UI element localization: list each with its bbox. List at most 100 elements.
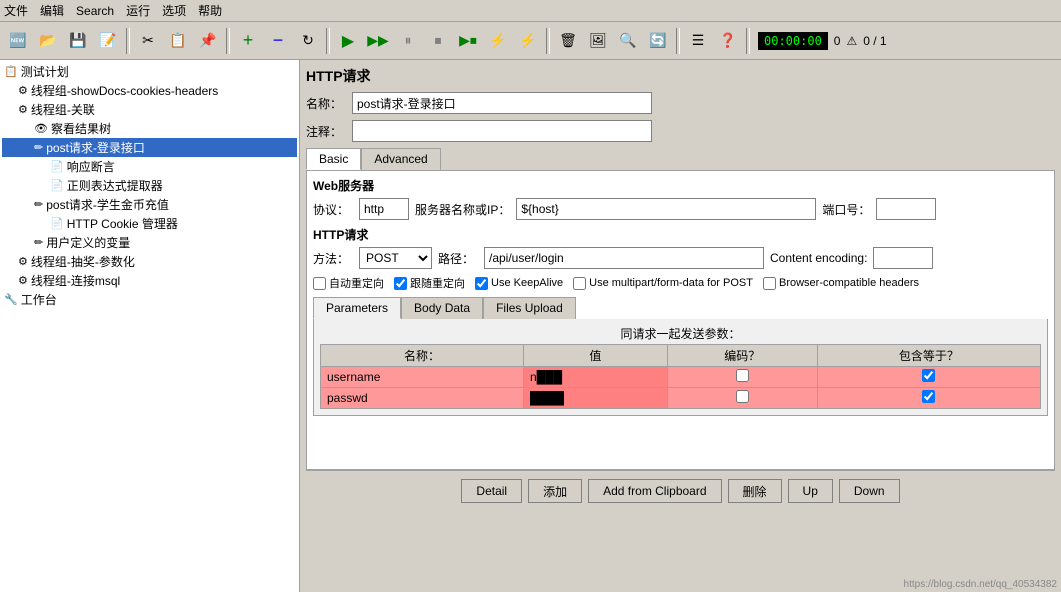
tree-item-regex[interactable]: 📄 正则表达式提取器 bbox=[2, 176, 297, 195]
tree-item-thread3[interactable]: ⚙ 线程组-抽奖-参数化 bbox=[2, 252, 297, 271]
menu-file[interactable]: 文件 bbox=[4, 2, 28, 19]
tree-item-workbench[interactable]: 🔧 工作台 bbox=[2, 290, 297, 309]
cb-multipart-input[interactable] bbox=[573, 277, 586, 290]
menu-run[interactable]: 运行 bbox=[126, 2, 150, 19]
tree-item-var[interactable]: ✏ 用户定义的变量 bbox=[2, 233, 297, 252]
tab-advanced[interactable]: Advanced bbox=[361, 148, 440, 170]
server-input[interactable] bbox=[516, 198, 816, 220]
reset-button[interactable]: 🔄 bbox=[644, 27, 672, 55]
menu-edit[interactable]: 编辑 bbox=[40, 2, 64, 19]
stop-button[interactable]: ⏹ bbox=[424, 27, 452, 55]
content-area: HTTP请求 名称： 注释： Basic Advanced Web服务器 协议：… bbox=[300, 60, 1061, 592]
list-button[interactable]: ☰ bbox=[684, 27, 712, 55]
cb-redirect-input[interactable] bbox=[313, 277, 326, 290]
up-button[interactable]: Up bbox=[788, 479, 833, 503]
tree-label-cookie: HTTP Cookie 管理器 bbox=[67, 215, 178, 232]
encode-cb-0[interactable] bbox=[736, 369, 749, 382]
tree-label-regex: 正则表达式提取器 bbox=[67, 177, 163, 194]
table-row[interactable]: username n███ bbox=[321, 367, 1041, 388]
path-input[interactable] bbox=[484, 247, 764, 269]
stop2-button[interactable]: ▶⏹ bbox=[454, 27, 482, 55]
web-server-row: 协议： 服务器名称或IP： 端口号： bbox=[313, 198, 1048, 220]
btn7[interactable]: ⚡ bbox=[514, 27, 542, 55]
menu-search[interactable]: Search bbox=[76, 4, 114, 18]
cb-keepalive-input[interactable] bbox=[475, 277, 488, 290]
paste-button[interactable]: 📌 bbox=[194, 27, 222, 55]
new-button[interactable]: 🆕 bbox=[4, 27, 32, 55]
clear-all-button[interactable]: 🖼 bbox=[584, 27, 612, 55]
pause-button[interactable]: ⏸ bbox=[394, 27, 422, 55]
cell-name-0: username bbox=[321, 367, 524, 388]
help-button[interactable]: ❓ bbox=[714, 27, 742, 55]
menu-options[interactable]: 选项 bbox=[162, 2, 186, 19]
run-all-button[interactable]: ▶▶ bbox=[364, 27, 392, 55]
encode-cb-1[interactable] bbox=[736, 390, 749, 403]
copy2-button[interactable]: ↻ bbox=[294, 27, 322, 55]
cut-button[interactable]: ✂ bbox=[134, 27, 162, 55]
tree-item-plan[interactable]: 📋 测试计划 bbox=[2, 62, 297, 81]
cb-compat-input[interactable] bbox=[763, 277, 776, 290]
inner-tab-body[interactable]: Body Data bbox=[401, 297, 483, 319]
clear-button[interactable]: 🗑 bbox=[554, 27, 582, 55]
params-header-text: 同请求一起发送参数： bbox=[620, 325, 740, 342]
tree-item-view[interactable]: 👁 察看结果树 bbox=[2, 119, 297, 138]
method-label: 方法： bbox=[313, 250, 353, 267]
add-clipboard-button[interactable]: Add from Clipboard bbox=[588, 479, 721, 503]
save-button[interactable]: 💾 bbox=[64, 27, 92, 55]
tree-item-thread2[interactable]: ⚙ 线程组-关联 bbox=[2, 100, 297, 119]
add-button[interactable]: + bbox=[234, 27, 262, 55]
menubar: 文件 编辑 Search 运行 选项 帮助 bbox=[0, 0, 1061, 22]
cb-compat[interactable]: Browser-compatible headers bbox=[763, 277, 919, 290]
saveas-button[interactable]: 📝 bbox=[94, 27, 122, 55]
add-button[interactable]: 添加 bbox=[528, 479, 582, 503]
comment-input[interactable] bbox=[352, 120, 652, 142]
equals-cb-0[interactable] bbox=[922, 369, 935, 382]
cb-follow-input[interactable] bbox=[394, 277, 407, 290]
search-button[interactable]: 🔍 bbox=[614, 27, 642, 55]
cell-value-0: n███ bbox=[523, 367, 667, 388]
menu-help[interactable]: 帮助 bbox=[198, 2, 222, 19]
cell-encode-0 bbox=[667, 367, 817, 388]
tab-basic[interactable]: Basic bbox=[306, 148, 361, 170]
table-row[interactable]: passwd ████ bbox=[321, 388, 1041, 409]
cb-keepalive[interactable]: Use KeepAlive bbox=[475, 277, 563, 290]
protocol-input[interactable] bbox=[359, 198, 409, 220]
post1-icon: ✏ bbox=[34, 141, 43, 154]
cookie-icon: 📄 bbox=[50, 217, 64, 230]
tree-label-resp: 响应断言 bbox=[67, 158, 115, 175]
port-input[interactable] bbox=[876, 198, 936, 220]
checkboxes-row: 自动重定向 跟随重定向 Use KeepAlive Use multipart/… bbox=[313, 275, 1048, 291]
sep1 bbox=[126, 28, 130, 54]
tree-item-thread1[interactable]: ⚙ 线程组-showDocs-cookies-headers bbox=[2, 81, 297, 100]
open-button[interactable]: 📂 bbox=[34, 27, 62, 55]
tree-item-resp[interactable]: 📄 响应断言 bbox=[2, 157, 297, 176]
tree-item-post2[interactable]: ✏ post请求-学生金币充值 bbox=[2, 195, 297, 214]
tree-item-thread4[interactable]: ⚙ 线程组-连接msql bbox=[2, 271, 297, 290]
method-select[interactable]: POST GET PUT DELETE bbox=[359, 247, 432, 269]
cb-follow[interactable]: 跟随重定向 bbox=[394, 275, 465, 291]
tree-label-post1: post请求-登录接口 bbox=[46, 139, 145, 156]
cb-redirect[interactable]: 自动重定向 bbox=[313, 275, 384, 291]
encoding-input[interactable] bbox=[873, 247, 933, 269]
remove-button[interactable]: − bbox=[264, 27, 292, 55]
tree-item-cookie[interactable]: 📄 HTTP Cookie 管理器 bbox=[2, 214, 297, 233]
delete-button[interactable]: 删除 bbox=[728, 479, 782, 503]
detail-button[interactable]: Detail bbox=[461, 479, 522, 503]
cb-follow-label: 跟随重定向 bbox=[410, 275, 465, 291]
run-button[interactable]: ▶ bbox=[334, 27, 362, 55]
col-value: 值 bbox=[523, 345, 667, 367]
copy-button[interactable]: 📋 bbox=[164, 27, 192, 55]
name-row: 名称： bbox=[306, 92, 1055, 114]
equals-cb-1[interactable] bbox=[922, 390, 935, 403]
btn6[interactable]: ⚡ bbox=[484, 27, 512, 55]
name-input[interactable] bbox=[352, 92, 652, 114]
protocol-label: 协议： bbox=[313, 201, 353, 218]
inner-tab-files[interactable]: Files Upload bbox=[483, 297, 576, 319]
inner-tabs-bar: Parameters Body Data Files Upload bbox=[313, 297, 1048, 319]
tree-item-post1[interactable]: ✏ post请求-登录接口 bbox=[2, 138, 297, 157]
col-equals: 包含等于？ bbox=[817, 345, 1040, 367]
inner-tab-parameters[interactable]: Parameters bbox=[313, 297, 401, 319]
cb-multipart[interactable]: Use multipart/form-data for POST bbox=[573, 277, 753, 290]
tree-label-thread1: 线程组-showDocs-cookies-headers bbox=[31, 82, 218, 99]
down-button[interactable]: Down bbox=[839, 479, 900, 503]
